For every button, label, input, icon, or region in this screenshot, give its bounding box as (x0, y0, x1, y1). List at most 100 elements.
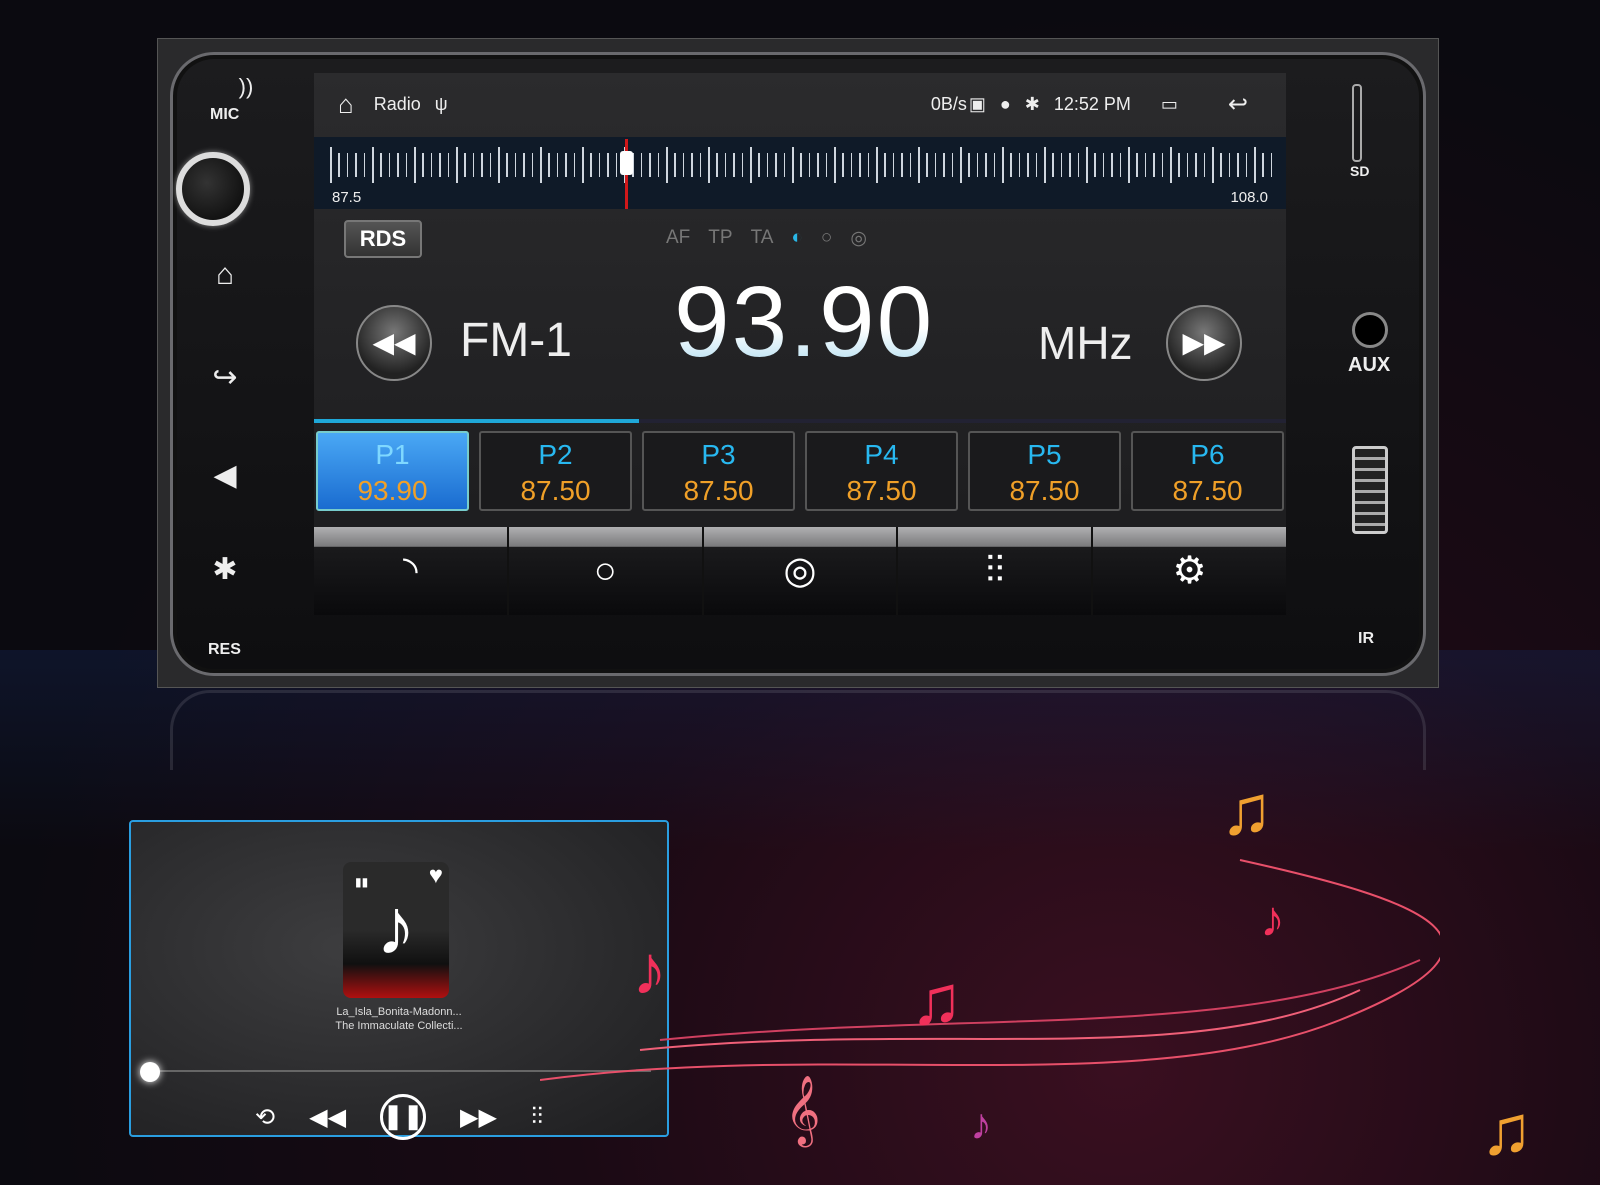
frequency-unit: MHz (1038, 317, 1133, 369)
tuner-tick (640, 153, 643, 177)
volume-knob[interactable] (176, 152, 250, 226)
tuner-tick (649, 153, 651, 177)
tuner-tick (724, 153, 727, 177)
frequency-tuner[interactable]: 87.5 108.0 (314, 137, 1286, 209)
bars-icon: ▮▮ (355, 875, 369, 889)
return-icon[interactable]: ↪ (205, 360, 245, 395)
tuner-tick (1178, 153, 1180, 177)
settings-button[interactable]: ⚙ (1093, 527, 1286, 615)
preset-5[interactable]: P5 87.50 (968, 431, 1121, 511)
music-notes-icon: ♫ (1480, 1091, 1533, 1169)
rds-flags: AF TP TA ◐ ○ ◎ (666, 227, 867, 250)
res-label: RES (208, 641, 241, 658)
tuner-tick (1144, 153, 1147, 177)
preset-list: P1 93.90 P2 87.50 P3 87.50 P4 87.50 P5 87.50 P6 87.… (316, 431, 1284, 511)
recent-apps-icon[interactable]: ▭ (1161, 94, 1178, 115)
pause-button[interactable]: ❚❚ (380, 1094, 427, 1140)
tuner-tick (582, 147, 584, 183)
tuner-tick (598, 153, 601, 177)
tuner-tick (556, 153, 559, 177)
search-icon[interactable]: ○ (821, 227, 832, 250)
tuner-tick (1111, 153, 1113, 177)
clock: 12:52 PM (1053, 93, 1131, 114)
sd-label: SD (1350, 163, 1370, 179)
tuner-tick (674, 153, 676, 177)
music-note-icon: ♪ (970, 1100, 992, 1149)
tuner-tick (850, 153, 853, 177)
tuner-tick (607, 153, 609, 177)
tuner-tick (363, 153, 366, 177)
search-button[interactable]: ○ (508, 527, 704, 615)
repeat-icon[interactable]: ⟲ (255, 1103, 275, 1132)
preset-label: P4 (864, 439, 899, 470)
tuner-tick (691, 153, 693, 177)
tuner-tick (909, 153, 912, 177)
seek-forward-button[interactable]: ▶▶ (1166, 305, 1242, 381)
tuner-tick (464, 153, 466, 177)
divider (314, 419, 1286, 423)
progress-thumb[interactable] (140, 1062, 160, 1082)
preset-1[interactable]: P1 93.90 (316, 431, 469, 511)
ta-flag[interactable]: TA (751, 227, 774, 250)
home-icon[interactable]: ⌂ (205, 258, 245, 292)
tuner-tick (1060, 153, 1063, 177)
tuner-tick (380, 153, 382, 177)
tuner-tick (1237, 153, 1239, 177)
tuner-tick (666, 147, 668, 183)
tuner-tick (657, 153, 660, 177)
preset-4[interactable]: P4 87.50 (805, 431, 958, 511)
status-bar: ⌂ Radio ψ 0B/s ▣ ● ✱ 12:52 PM ▭ ↩ (314, 73, 1286, 135)
tuner-tick (842, 153, 844, 177)
equalizer-button[interactable]: ⫶⫶ (898, 527, 1094, 615)
preset-2[interactable]: P2 87.50 (479, 431, 632, 511)
tuner-tick (825, 153, 828, 177)
tuner-tick (733, 153, 735, 177)
local-dx-icon[interactable]: ◐ (791, 227, 802, 250)
broadcast-icon: ◝ (403, 550, 418, 592)
scan-button[interactable]: ◎ (703, 527, 899, 615)
back-icon[interactable]: ↩ (1228, 90, 1248, 119)
tuner-tick (397, 153, 399, 177)
rewind-icon[interactable]: ◀◀ (309, 1103, 346, 1132)
tuner-tick (414, 147, 416, 183)
tp-flag[interactable]: TP (708, 227, 732, 250)
tuner-thumb[interactable] (620, 151, 633, 175)
tuner-tick (346, 153, 349, 177)
tuner-tick (1010, 153, 1012, 177)
preset-label: P3 (701, 439, 736, 470)
broadcast-button[interactable]: ◝ (314, 527, 509, 615)
bluetooth-icon[interactable]: ✱ (205, 552, 245, 587)
tuner-tick (573, 153, 576, 177)
tuner-tick (1027, 153, 1029, 177)
rds-button[interactable]: RDS (344, 220, 422, 258)
preset-3[interactable]: P3 87.50 (642, 431, 795, 511)
af-flag[interactable]: AF (666, 227, 690, 250)
tuner-tick (1161, 153, 1164, 177)
tuner-tick (968, 153, 970, 177)
tuner-tick (330, 147, 332, 183)
navigation-icon[interactable]: ◀ (205, 458, 245, 493)
tuner-tick (1270, 153, 1273, 177)
tuner-tick (892, 153, 895, 177)
tuner-tick (884, 153, 886, 177)
music-note-icon: ♪ (376, 882, 416, 971)
tuner-tick (514, 153, 517, 177)
tuner-tick (565, 153, 567, 177)
tuner-tick (783, 153, 786, 177)
music-notes-icon: ♫ (1220, 771, 1273, 849)
heart-icon[interactable]: ♥ (429, 864, 443, 888)
music-note-icon: ♪ (632, 931, 667, 1009)
preset-6[interactable]: P6 87.50 (1131, 431, 1284, 511)
aux-label: AUX (1348, 354, 1391, 376)
tuner-tick (405, 153, 408, 177)
seek-back-button[interactable]: ◀◀ (356, 305, 432, 381)
scan-icon[interactable]: ◎ (850, 227, 867, 250)
tuner-tick (1212, 147, 1214, 183)
album-art[interactable]: ▮▮ ♥ ♪ (343, 862, 449, 998)
radio-toolbar: ◝ ○ ◎ ⫶⫶ ⚙ (314, 527, 1286, 615)
band-label[interactable]: FM-1 (460, 313, 572, 368)
fast-forward-icon[interactable]: ▶▶ (460, 1103, 497, 1132)
home-outline-icon[interactable]: ⌂ (338, 89, 354, 120)
preset-label: P6 (1190, 439, 1225, 470)
tuner-tick (876, 147, 878, 183)
